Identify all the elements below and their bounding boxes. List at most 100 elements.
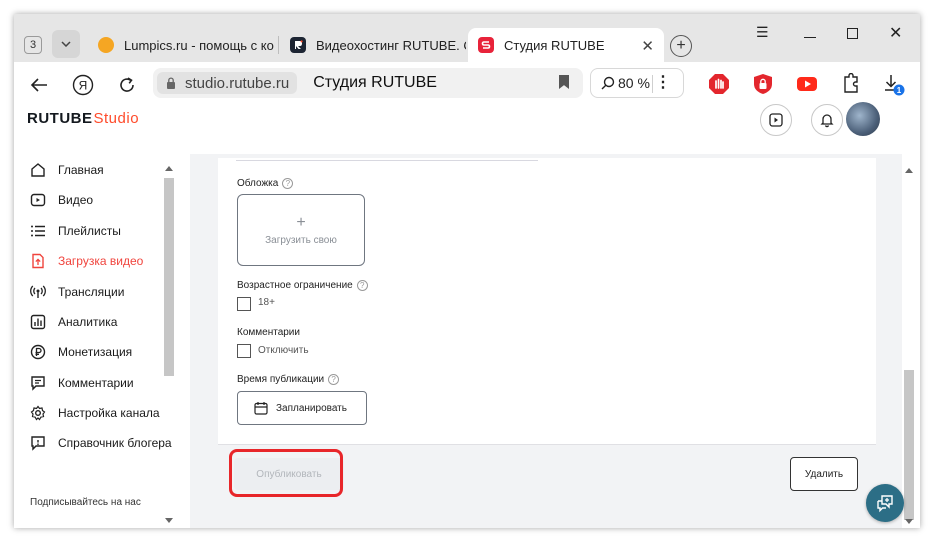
new-tab-button[interactable]: + <box>670 35 692 57</box>
sidebar-item-label: Аналитика <box>58 315 118 329</box>
lock-icon <box>167 77 175 89</box>
logo-brand: RUTUBE <box>27 110 93 127</box>
browser-toolbar: Я studio.rutube.ru Студия RUTUBE 80 % ⋮ <box>14 62 920 106</box>
page-scrollbar[interactable] <box>902 154 916 524</box>
close-tab-icon[interactable]: ✕ <box>641 37 654 55</box>
age-restriction-checkbox[interactable] <box>237 297 251 311</box>
rutube-studio-favicon-icon <box>478 37 494 53</box>
zoom-divider <box>652 75 653 93</box>
help-icon[interactable]: ? <box>282 178 294 189</box>
reload-icon[interactable] <box>114 72 140 98</box>
menu-icon[interactable]: ☰ <box>756 24 769 41</box>
footer-divider <box>218 444 876 445</box>
notifications-button[interactable] <box>811 104 843 136</box>
zoom-control[interactable]: 80 % ⋮ <box>590 68 684 98</box>
maximize-icon[interactable] <box>847 28 858 39</box>
tab-rutube-hosting[interactable]: Видеохостинг RUTUBE. С <box>280 28 466 62</box>
logo-suffix: Studio <box>93 110 140 127</box>
sidebar-item-video[interactable]: Видео <box>30 189 93 211</box>
sidebar-item-upload[interactable]: Загрузка видео <box>30 250 143 272</box>
youtube-icon[interactable] <box>796 73 818 95</box>
sidebar-item-broadcasts[interactable]: Трансляции <box>30 281 124 303</box>
sidebar-item-label: Трансляции <box>58 285 125 299</box>
settings-icon <box>30 405 46 421</box>
sidebar-item-label: Главная <box>58 163 104 177</box>
help-icon <box>31 436 45 451</box>
address-page-title: Студия RUTUBE <box>313 74 437 91</box>
schedule-button[interactable]: Запланировать <box>237 391 367 425</box>
sidebar-item-label: Загрузка видео <box>58 254 144 268</box>
scroll-down-icon[interactable] <box>165 518 173 523</box>
add-video-icon <box>769 113 783 127</box>
comments-icon <box>31 376 45 391</box>
shield-icon[interactable] <box>752 73 774 95</box>
age-restriction-label-text: Возрастное ограничение <box>237 280 353 291</box>
avatar[interactable] <box>846 102 880 136</box>
chat-icon <box>877 495 893 513</box>
scroll-down-icon[interactable] <box>905 519 913 524</box>
address-bar[interactable]: studio.rutube.ru Студия RUTUBE <box>153 68 583 98</box>
lumpics-favicon-icon <box>98 37 114 53</box>
tab-lumpics[interactable]: Lumpics.ru - помощь с ко <box>88 28 278 62</box>
publish-time-label: Время публикации ? <box>237 374 340 385</box>
tab-rutube-studio[interactable]: Студия RUTUBE ✕ <box>468 28 664 62</box>
playlist-icon <box>31 225 45 237</box>
download-icon[interactable]: 1 <box>882 73 905 96</box>
adblock-icon[interactable] <box>708 73 730 95</box>
help-icon[interactable]: ? <box>328 374 340 385</box>
address-domain[interactable]: studio.rutube.ru <box>157 72 298 94</box>
tab-count-badge[interactable]: 3 <box>24 36 42 54</box>
cover-upload-button[interactable]: + Загрузить свою <box>237 194 365 266</box>
cover-label-text: Обложка <box>237 178 279 189</box>
comments-label-text: Комментарии <box>237 327 300 338</box>
sidebar-item-playlists[interactable]: Плейлисты <box>30 220 121 242</box>
follow-us-label: Подписывайтесь на нас <box>30 497 141 508</box>
disable-comments-checkbox[interactable] <box>237 344 251 358</box>
disable-comments-label: Отключить <box>258 345 309 356</box>
rutube-favicon-icon <box>290 37 306 53</box>
tab-strip: 3 Lumpics.ru - помощь с ко Видеохостинг … <box>14 14 920 62</box>
more-icon[interactable]: ⋮ <box>655 72 671 92</box>
scroll-up-icon[interactable] <box>905 168 913 173</box>
tab-label: Lumpics.ru - помощь с ко <box>124 37 274 53</box>
address-domain-text: studio.rutube.ru <box>185 74 290 92</box>
back-icon[interactable] <box>26 72 52 98</box>
close-window-icon[interactable]: ✕ <box>889 23 902 43</box>
sidebar-item-blogger-guide[interactable]: Справочник блогера <box>30 432 172 454</box>
zoom-icon <box>601 76 615 90</box>
tab-separator <box>278 36 279 54</box>
broadcast-icon <box>30 285 46 298</box>
scroll-up-icon[interactable] <box>165 166 173 171</box>
sidebar-item-monetization[interactable]: Монетизация <box>30 341 132 363</box>
plus-icon: + <box>296 213 306 231</box>
help-icon[interactable]: ? <box>356 280 368 291</box>
delete-button[interactable]: Удалить <box>790 457 858 491</box>
rutube-studio-logo[interactable]: RUTUBEStudio <box>27 110 139 127</box>
sidebar-item-comments[interactable]: Комментарии <box>30 372 134 394</box>
sidebar-item-label: Настройка канала <box>58 406 160 420</box>
sidebar-item-label: Видео <box>58 193 94 207</box>
publish-time-label-text: Время публикации <box>237 374 325 385</box>
minimize-icon[interactable] <box>804 37 816 38</box>
sidebar-item-home[interactable]: Главная <box>30 159 104 181</box>
age-restriction-label: Возрастное ограничение ? <box>237 280 368 291</box>
extension-icon[interactable] <box>840 72 862 95</box>
comments-label: Комментарии <box>237 327 300 338</box>
yandex-icon[interactable]: Я <box>70 72 96 98</box>
schedule-button-label: Запланировать <box>276 402 347 414</box>
tab-list-button[interactable] <box>52 30 80 58</box>
page-scroll-thumb[interactable] <box>904 370 914 520</box>
sidebar-item-channel-settings[interactable]: Настройка канала <box>30 402 160 424</box>
zoom-level: 80 % <box>618 75 650 91</box>
add-content-button[interactable] <box>760 104 792 136</box>
input-underline <box>236 160 538 161</box>
highlight-frame <box>229 449 343 497</box>
sidebar-scroll-thumb[interactable] <box>164 178 174 376</box>
sidebar-item-label: Монетизация <box>58 345 133 359</box>
sidebar-scrollbar[interactable] <box>162 150 174 523</box>
sidebar-item-analytics[interactable]: Аналитика <box>30 311 117 333</box>
video-icon <box>30 193 46 207</box>
bookmark-icon[interactable] <box>559 75 569 89</box>
support-chat-button[interactable] <box>866 484 904 522</box>
age-option-label: 18+ <box>258 297 275 308</box>
